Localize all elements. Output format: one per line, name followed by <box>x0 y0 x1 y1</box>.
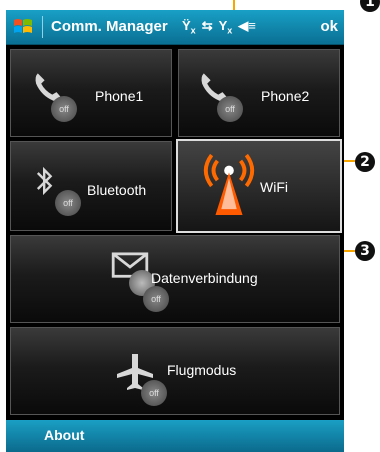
off-status-badge: off <box>217 96 243 122</box>
data-connection-label: Datenverbindung <box>151 270 258 286</box>
comm-manager-panel: off Phone1 off Phone2 off Bluetooth WiFi <box>6 45 344 420</box>
ok-button[interactable]: ok <box>320 18 338 35</box>
top-margin <box>0 0 344 8</box>
callout-2-badge: 2 <box>355 152 375 172</box>
windows-start-icon[interactable] <box>12 16 34 38</box>
status-icons: Ÿx ⇆ Yx ◀≡ <box>182 18 256 36</box>
phone-off-icon[interactable]: Ÿx <box>182 18 196 36</box>
phone2-label: Phone2 <box>261 88 310 104</box>
off-status-badge: off <box>51 96 77 122</box>
off-status-badge: off <box>55 190 81 216</box>
volume-icon[interactable]: ◀≡ <box>238 18 256 36</box>
wifi-tile[interactable]: WiFi <box>176 139 342 233</box>
flight-mode-tile[interactable]: off Flugmodus <box>10 327 340 415</box>
callout-1-badge: 1 <box>360 0 380 12</box>
about-button[interactable]: About <box>44 427 84 443</box>
data-connection-tile[interactable]: off Datenverbindung <box>10 235 340 323</box>
signal-off-icon[interactable]: Yx <box>219 18 233 36</box>
phone1-label: Phone1 <box>95 88 144 104</box>
bluetooth-label: Bluetooth <box>87 182 147 198</box>
wifi-antenna-icon <box>203 153 255 215</box>
bottom-menu-bar: About <box>6 420 344 452</box>
callout-3-badge: 3 <box>355 241 375 261</box>
bluetooth-tile[interactable]: off Bluetooth <box>10 141 172 231</box>
flight-mode-label: Flugmodus <box>167 362 237 378</box>
off-status-badge: off <box>141 380 167 406</box>
phone1-tile[interactable]: off Phone1 <box>10 49 172 137</box>
window-title: Comm. Manager <box>51 18 168 35</box>
title-bar: Comm. Manager Ÿx ⇆ Yx ◀≡ ok <box>6 10 344 45</box>
phone2-tile[interactable]: off Phone2 <box>178 49 340 137</box>
title-separator <box>42 16 43 38</box>
transfer-icon[interactable]: ⇆ <box>202 18 213 36</box>
wifi-label: WiFi <box>260 179 288 195</box>
off-status-badge: off <box>143 286 169 312</box>
bluetooth-icon <box>36 166 53 196</box>
